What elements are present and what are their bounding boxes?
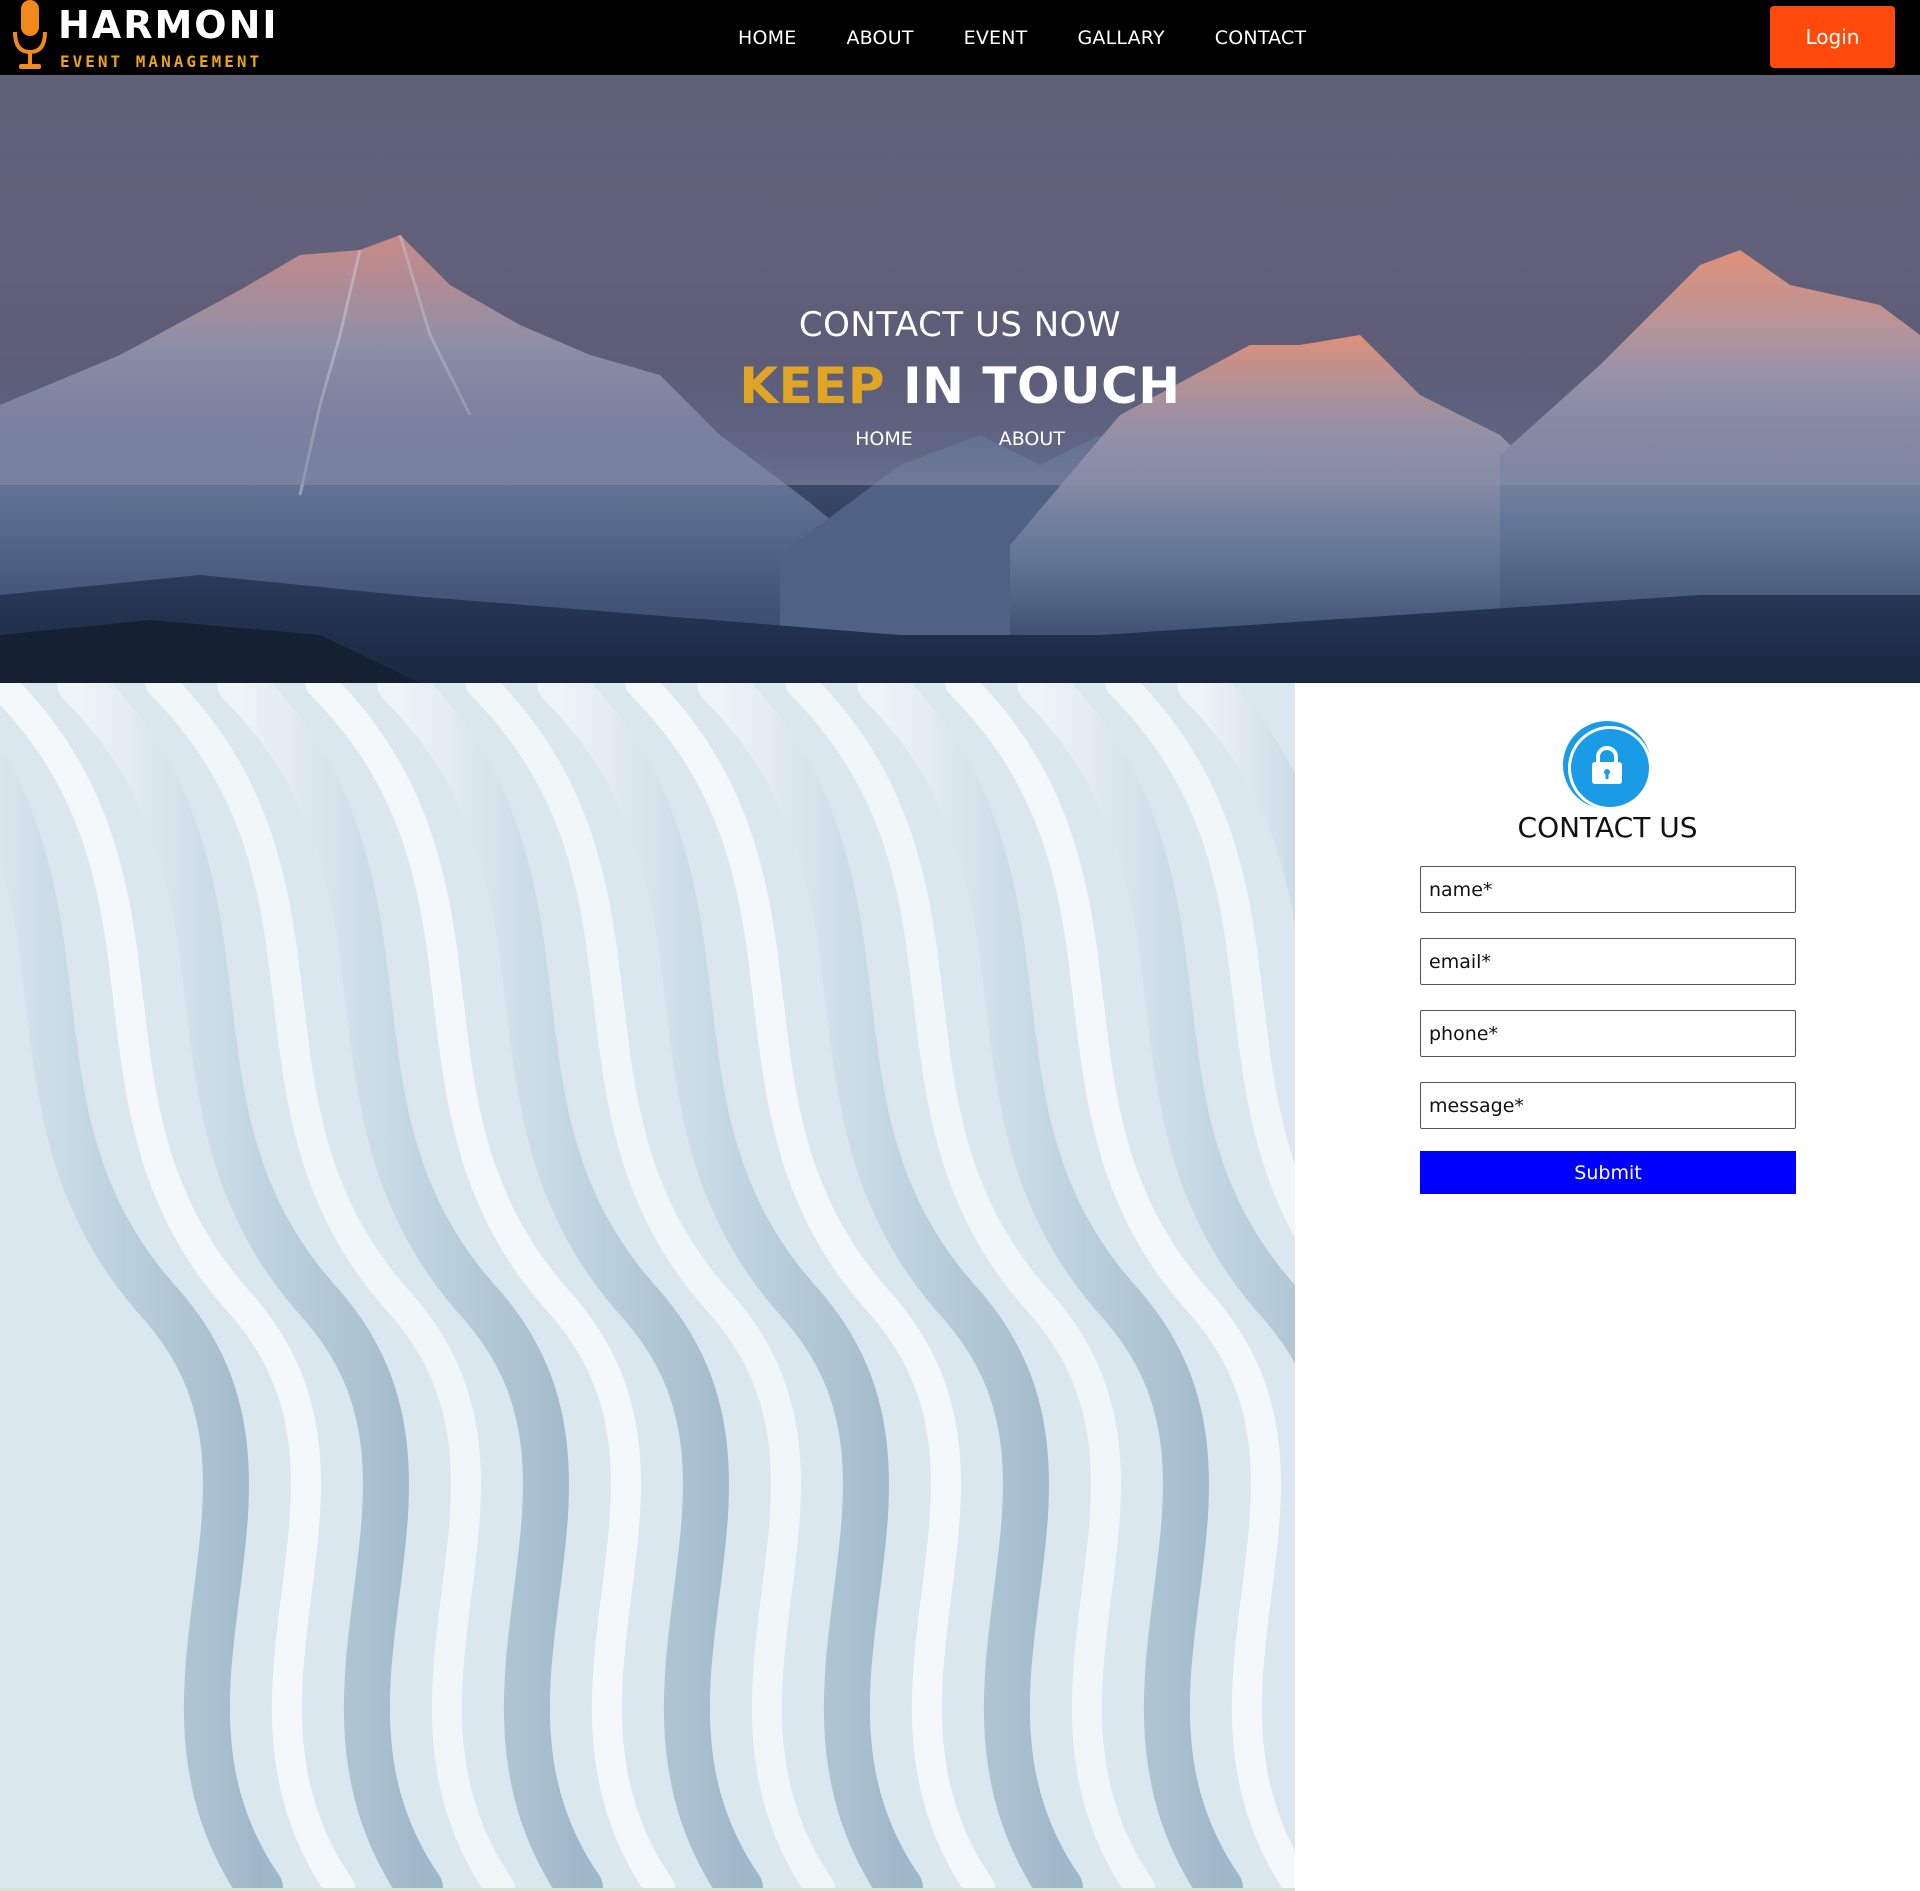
hero-title-accent: KEEP [739, 357, 886, 415]
hero-breadcrumb: HOME ABOUT [0, 428, 1920, 450]
nav-link-home[interactable]: HOME [738, 27, 796, 49]
breadcrumb-home-link[interactable]: HOME [855, 428, 913, 450]
microphone-icon [13, 0, 47, 69]
contact-form: Submit [1420, 866, 1796, 1194]
nav-link-contact[interactable]: CONTACT [1215, 27, 1307, 49]
breadcrumb-about-link[interactable]: ABOUT [999, 428, 1065, 450]
wave-pattern [0, 683, 1295, 1888]
brand-logo[interactable]: HARMONI EVENT MANAGEMENT [12, 0, 277, 75]
login-button[interactable]: Login [1770, 6, 1895, 68]
hero-subtitle: CONTACT US NOW [798, 305, 1122, 345]
nav-link-about[interactable]: ABOUT [846, 27, 913, 49]
abstract-wave-image [0, 683, 1295, 1888]
submit-button[interactable]: Submit [1420, 1151, 1796, 1194]
hero-title-rest: IN TOUCH [903, 357, 1181, 415]
contact-title: CONTACT US [1517, 811, 1698, 844]
lock-icon [1563, 721, 1652, 810]
nav-link-gallery[interactable]: GALLARY [1077, 27, 1164, 49]
main-nav: HOME ABOUT EVENT GALLARY CONTACT [738, 0, 1306, 75]
lock-glyph [1592, 746, 1622, 784]
email-field[interactable] [1420, 938, 1796, 985]
brand-tagline: EVENT MANAGEMENT [60, 52, 263, 71]
message-field[interactable] [1420, 1082, 1796, 1129]
hero-text: CONTACT US NOW KEEP IN TOUCH HOME ABOUT [0, 75, 1920, 683]
nav-item-event: EVENT [964, 27, 1028, 49]
nav-item-contact: CONTACT [1215, 27, 1307, 49]
nav-item-about: ABOUT [846, 27, 913, 49]
nav-item-home: HOME [738, 27, 796, 49]
hero-title: KEEP IN TOUCH [0, 357, 1920, 415]
nav-link-event[interactable]: EVENT [964, 27, 1028, 49]
top-navbar: HARMONI EVENT MANAGEMENT HOME ABOUT EVEN… [0, 0, 1920, 75]
hero-banner: CONTACT US NOW KEEP IN TOUCH HOME ABOUT [0, 75, 1920, 683]
phone-field[interactable] [1420, 1010, 1796, 1057]
contact-panel: CONTACT US Submit [1295, 683, 1920, 1891]
name-field[interactable] [1420, 866, 1796, 913]
nav-item-gallery: GALLARY [1077, 27, 1164, 49]
brand-name: HARMONI [58, 3, 279, 47]
